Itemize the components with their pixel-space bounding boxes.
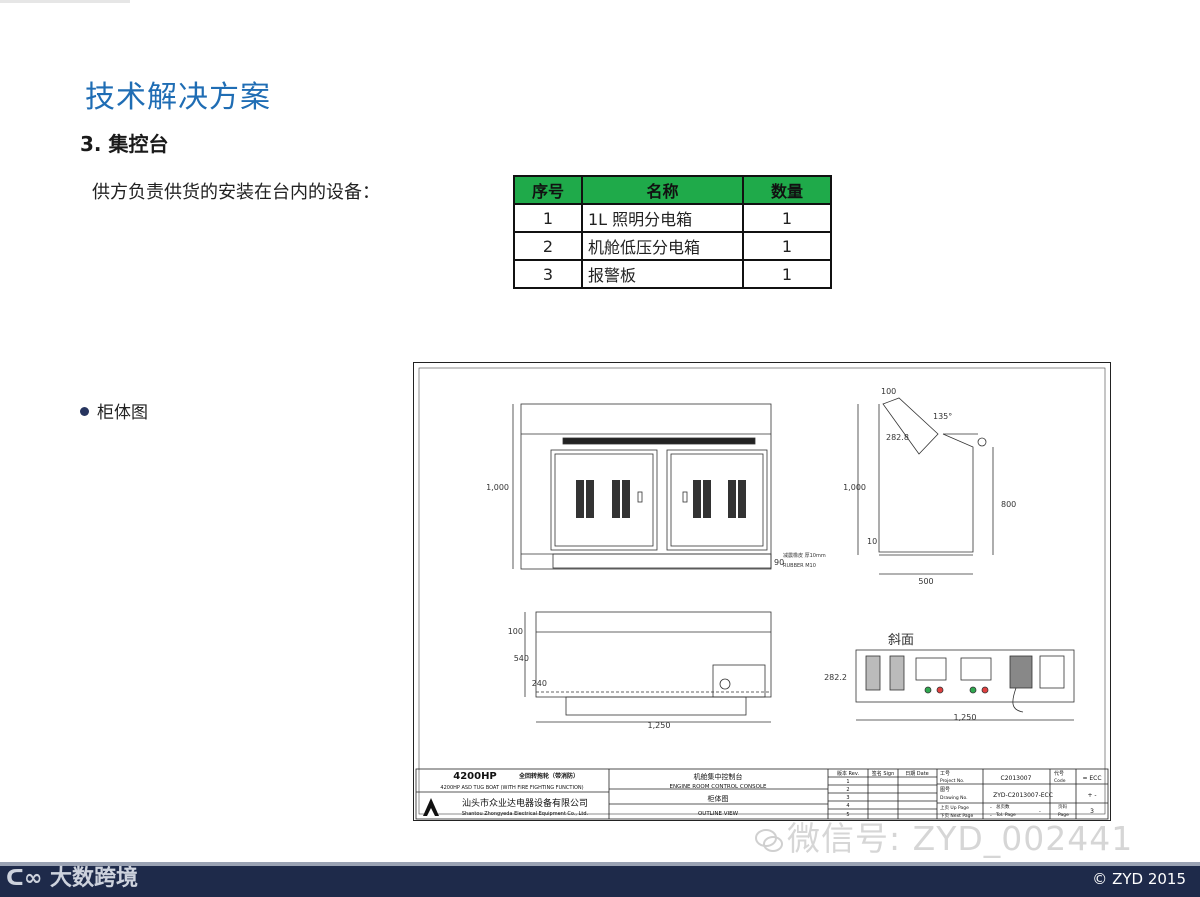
tb-boat: 4200HP	[453, 771, 497, 782]
dim-angle: 135°	[933, 412, 952, 421]
dim-plan-width: 1,250	[648, 721, 671, 730]
tb-view-cn: 柜体图	[708, 794, 729, 803]
cell-qty: 1	[742, 259, 832, 289]
footer-bar	[0, 866, 1200, 897]
tb-rev-4: 4	[846, 803, 849, 809]
cell-no: 3	[513, 259, 583, 289]
dim-side-top: 100	[881, 387, 896, 396]
table-row: 2 机舱低压分电箱 1	[513, 231, 832, 261]
cell-name: 1L 照明分电箱	[581, 203, 744, 233]
bullet-label: 柜体图	[97, 403, 148, 423]
rubber-note-cn: 减震橡皮 厚10mm	[783, 552, 826, 559]
dim-plan-inner: 240	[532, 679, 547, 688]
dim-side-small: 10	[867, 537, 877, 546]
col-header-no: 序号	[513, 175, 583, 205]
top-accent-line	[0, 0, 130, 3]
tb-project-label: 工号	[940, 771, 950, 777]
table-row: 1 1L 照明分电箱 1	[513, 203, 832, 233]
col-header-qty: 数量	[742, 175, 832, 205]
wechat-icon	[755, 828, 783, 852]
tb-up-label: 上页 Up Page	[940, 804, 969, 811]
tb-page-label: 页码	[1058, 803, 1067, 810]
col-header-name: 名称	[581, 175, 744, 205]
tb-total-label: 总页数	[996, 803, 1010, 810]
tb-rev-3: 3	[846, 795, 849, 801]
dim-plan-depth: 540	[514, 654, 529, 663]
cell-qty: 1	[742, 203, 832, 233]
tb-boat-cn: 全回转拖轮（带消防）	[518, 772, 579, 780]
tb-project: C2013007	[1001, 775, 1032, 782]
dim-front-height: 1,000	[486, 483, 509, 492]
tb-view-en: OUTLINE VIEW	[698, 811, 739, 817]
tb-drawing-label: 图号	[940, 787, 950, 793]
tb-rev-2: 2	[846, 787, 849, 793]
bullet-dot-icon	[80, 406, 89, 416]
tb-company-en: Shantou Zhongyeda Electrical Equipment C…	[462, 811, 589, 817]
cell-qty: 1	[742, 231, 832, 261]
tb-company-cn: 汕头市众业达电器设备有限公司	[462, 797, 588, 809]
tb-drawing: ZYD-C2013007-ECC	[993, 792, 1053, 799]
tb-name-cn: 机舱集中控制台	[694, 772, 743, 781]
dim-slope-width: 1,250	[954, 713, 977, 722]
tb-boat-en: 4200HP ASD TUG BOAT (WITH FIRE FIGHTING …	[440, 785, 583, 791]
footer-logo: ᑕ∞ 大数跨境	[6, 860, 138, 892]
tb-project-label-en: Project No.	[940, 778, 964, 784]
wechat-watermark: 微信号: ZYD_002441	[755, 812, 1133, 860]
tb-sign: 签名 Sign	[872, 770, 895, 777]
slope-label: 斜面	[888, 633, 914, 648]
cell-no: 2	[513, 231, 583, 261]
dim-slope-height: 282.2	[824, 673, 847, 682]
cell-name: 机舱低压分电箱	[581, 231, 744, 261]
dim-side-depth: 500	[918, 577, 933, 586]
tb-rev: 版本 Rev.	[837, 770, 859, 777]
dim-side-height: 1,000	[843, 483, 866, 492]
tb-name-en: ENGINE ROOM CONTROL CONSOLE	[669, 784, 767, 790]
footer-copyright: © ZYD 2015	[1092, 870, 1186, 888]
footer-logo-icon: ᑕ∞	[6, 866, 43, 891]
rubber-note: RUBBER M10	[783, 563, 816, 569]
cabinet-drawing: 1,000 90 减震橡皮 厚10mm RUBBER M10 100 135° …	[413, 362, 1111, 821]
intro-text: 供方负责供货的安装在台内的设备：	[92, 182, 380, 203]
tb-drawing-extra: + -	[1087, 792, 1096, 799]
dim-plan-top: 100	[508, 627, 523, 636]
tb-drawing-label-en: Drawing No.	[940, 795, 968, 801]
slide-title: 技术解决方案	[85, 80, 271, 115]
dim-side-right: 800	[1001, 500, 1016, 509]
tb-code-label: 代号	[1054, 770, 1064, 777]
equipment-table: 序号 名称 数量 1 1L 照明分电箱 1 2 机舱低压分电箱 1 3 报警板 …	[513, 175, 832, 289]
tb-up: -	[990, 805, 992, 811]
wechat-text: 微信号: ZYD_002441	[787, 819, 1134, 858]
tb-code-label-en: Code	[1054, 778, 1066, 784]
tb-code: = ECC	[1082, 775, 1101, 782]
tb-date: 日期 Date	[905, 771, 929, 777]
table-header-row: 序号 名称 数量	[513, 175, 832, 205]
tb-rev-1: 1	[846, 779, 849, 785]
cell-no: 1	[513, 203, 583, 233]
cell-name: 报警板	[581, 259, 744, 289]
dim-diag: 282.8	[886, 433, 909, 442]
bullet-item: 柜体图	[80, 398, 148, 423]
section-heading: 3. 集控台	[80, 132, 169, 156]
table-row: 3 报警板 1	[513, 259, 832, 289]
footer-logo-text: 大数跨境	[49, 866, 138, 891]
